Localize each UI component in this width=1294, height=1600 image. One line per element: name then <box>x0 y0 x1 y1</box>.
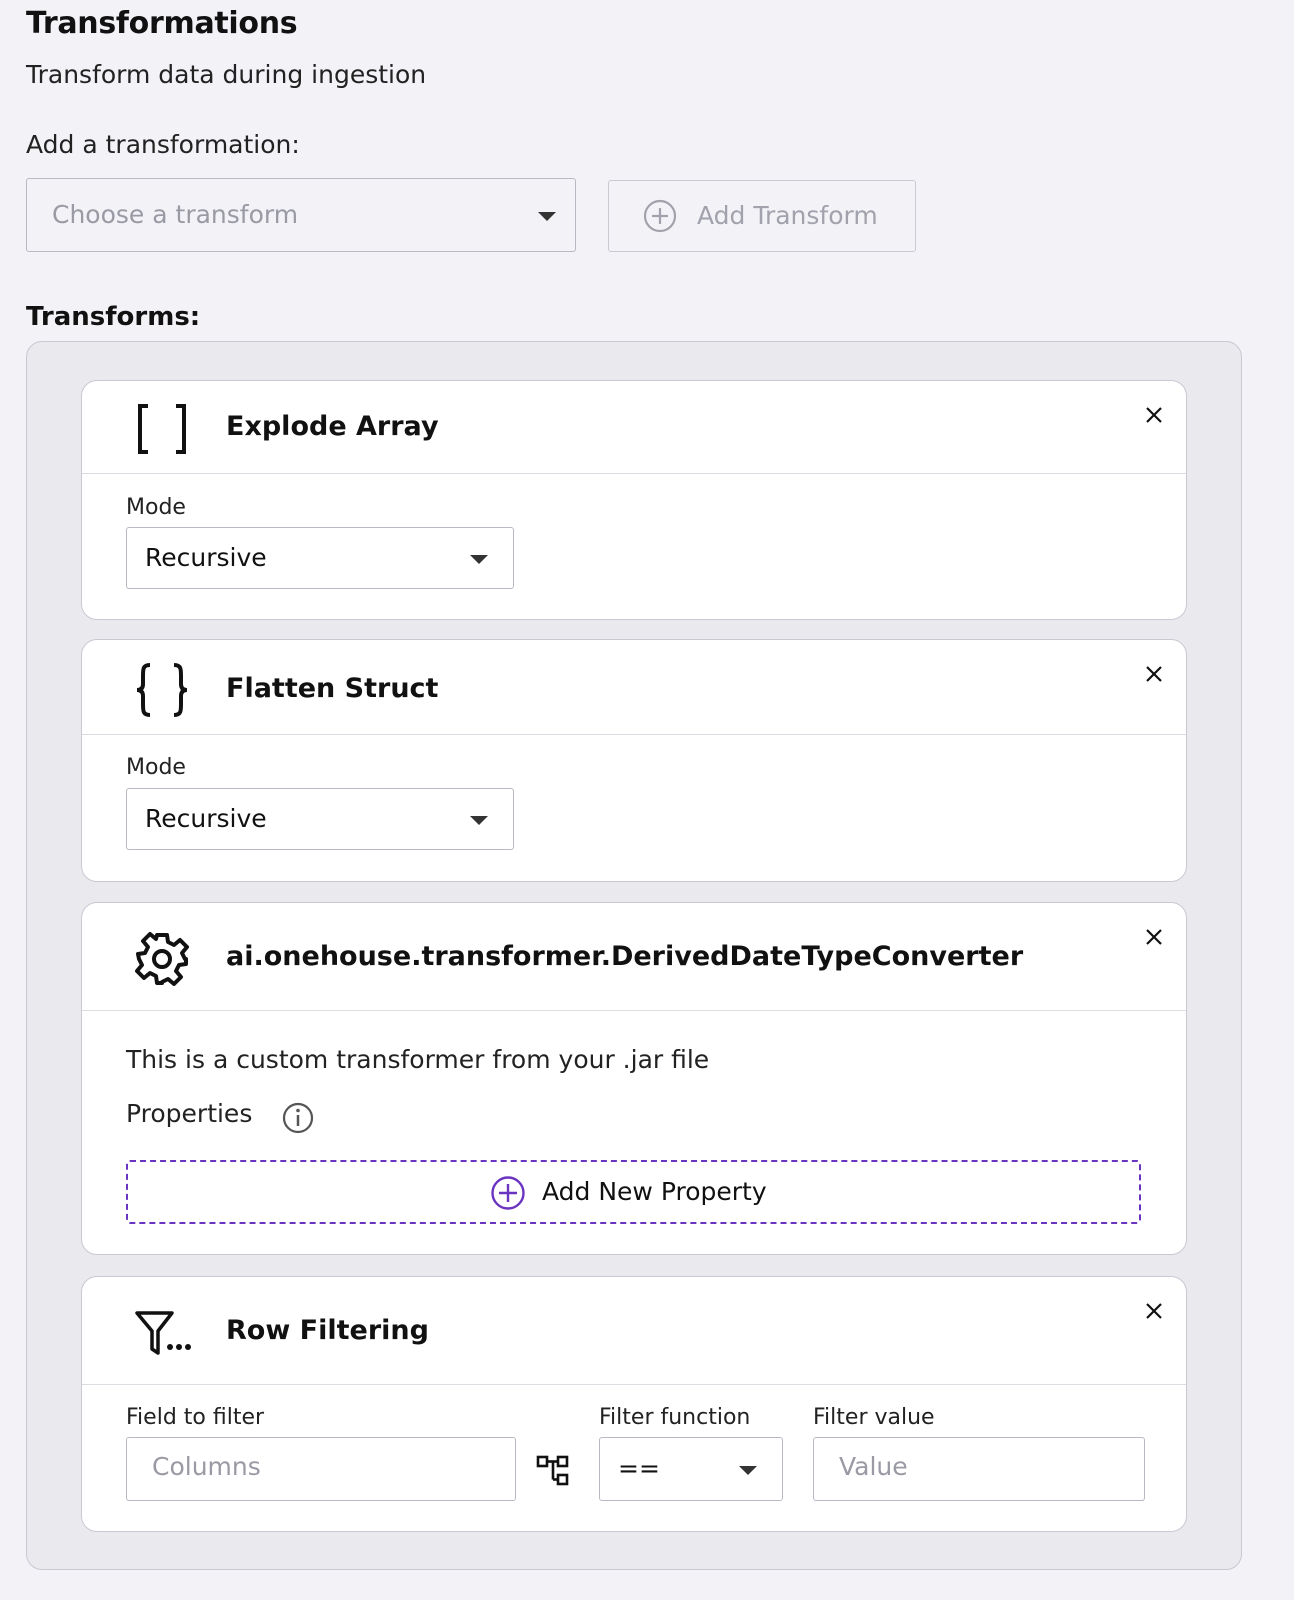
filter-function-label: Filter function <box>599 1405 751 1430</box>
properties-label: Properties <box>126 1099 253 1128</box>
braces-icon <box>136 663 188 717</box>
hierarchy-icon[interactable] <box>536 1453 570 1487</box>
add-new-property-label: Add New Property <box>542 1177 767 1206</box>
transform-card-flatten-struct: Flatten Struct Mode Recursive <box>81 639 1187 882</box>
mode-label: Mode <box>126 755 186 780</box>
close-icon[interactable] <box>1144 1301 1164 1321</box>
card-title: Row Filtering <box>226 1315 429 1346</box>
mode-select-value: Recursive <box>145 804 267 833</box>
page-title: Transformations <box>26 6 298 41</box>
mode-select-value: Recursive <box>145 543 267 572</box>
chevron-down-icon <box>470 555 488 564</box>
card-header: Flatten Struct <box>82 640 1186 735</box>
mode-label: Mode <box>126 495 186 520</box>
info-icon[interactable] <box>281 1101 315 1135</box>
transform-select-placeholder: Choose a transform <box>52 200 299 229</box>
gear-icon <box>135 932 189 986</box>
filter-function-value: == <box>618 1454 660 1483</box>
card-title: Flatten Struct <box>226 673 439 704</box>
chevron-down-icon <box>470 816 488 825</box>
close-icon[interactable] <box>1144 405 1164 425</box>
plus-circle-icon <box>643 199 677 233</box>
chevron-down-icon <box>538 212 556 221</box>
card-header: ai.onehouse.transformer.DerivedDateTypeC… <box>82 903 1186 1011</box>
card-header: Explode Array <box>82 381 1186 474</box>
add-new-property-button[interactable]: Add New Property <box>126 1160 1141 1224</box>
filter-function-select[interactable]: == <box>599 1437 783 1501</box>
filter-value-placeholder: Value <box>839 1452 908 1481</box>
field-to-filter-label: Field to filter <box>126 1405 265 1430</box>
transforms-label: Transforms: <box>26 302 201 332</box>
custom-transformer-description: This is a custom transformer from your .… <box>126 1045 710 1074</box>
card-header: Row Filtering <box>82 1277 1186 1385</box>
mode-select[interactable]: Recursive <box>126 788 514 850</box>
card-title: Explode Array <box>226 411 439 442</box>
filter-icon <box>135 1311 191 1355</box>
transform-card-custom: ai.onehouse.transformer.DerivedDateTypeC… <box>81 902 1187 1255</box>
add-transform-button[interactable]: Add Transform <box>608 180 916 252</box>
page-subtitle: Transform data during ingestion <box>26 60 427 89</box>
mode-select[interactable]: Recursive <box>126 527 514 589</box>
add-transform-label: Add Transform <box>697 201 878 230</box>
filter-value-label: Filter value <box>813 1405 935 1430</box>
brackets-icon <box>138 404 186 454</box>
filter-value-input[interactable]: Value <box>813 1437 1145 1501</box>
transform-card-explode-array: Explode Array Mode Recursive <box>81 380 1187 620</box>
transform-card-row-filtering: Row Filtering Field to filter Columns Fi… <box>81 1276 1187 1532</box>
plus-circle-icon <box>491 1176 525 1210</box>
field-to-filter-placeholder: Columns <box>152 1452 261 1481</box>
add-transformation-label: Add a transformation: <box>26 130 300 159</box>
close-icon[interactable] <box>1144 927 1164 947</box>
transform-select[interactable]: Choose a transform <box>26 178 576 252</box>
chevron-down-icon <box>739 1466 757 1475</box>
card-title: ai.onehouse.transformer.DerivedDateTypeC… <box>226 941 1024 972</box>
field-to-filter-input[interactable]: Columns <box>126 1437 516 1501</box>
close-icon[interactable] <box>1144 664 1164 684</box>
